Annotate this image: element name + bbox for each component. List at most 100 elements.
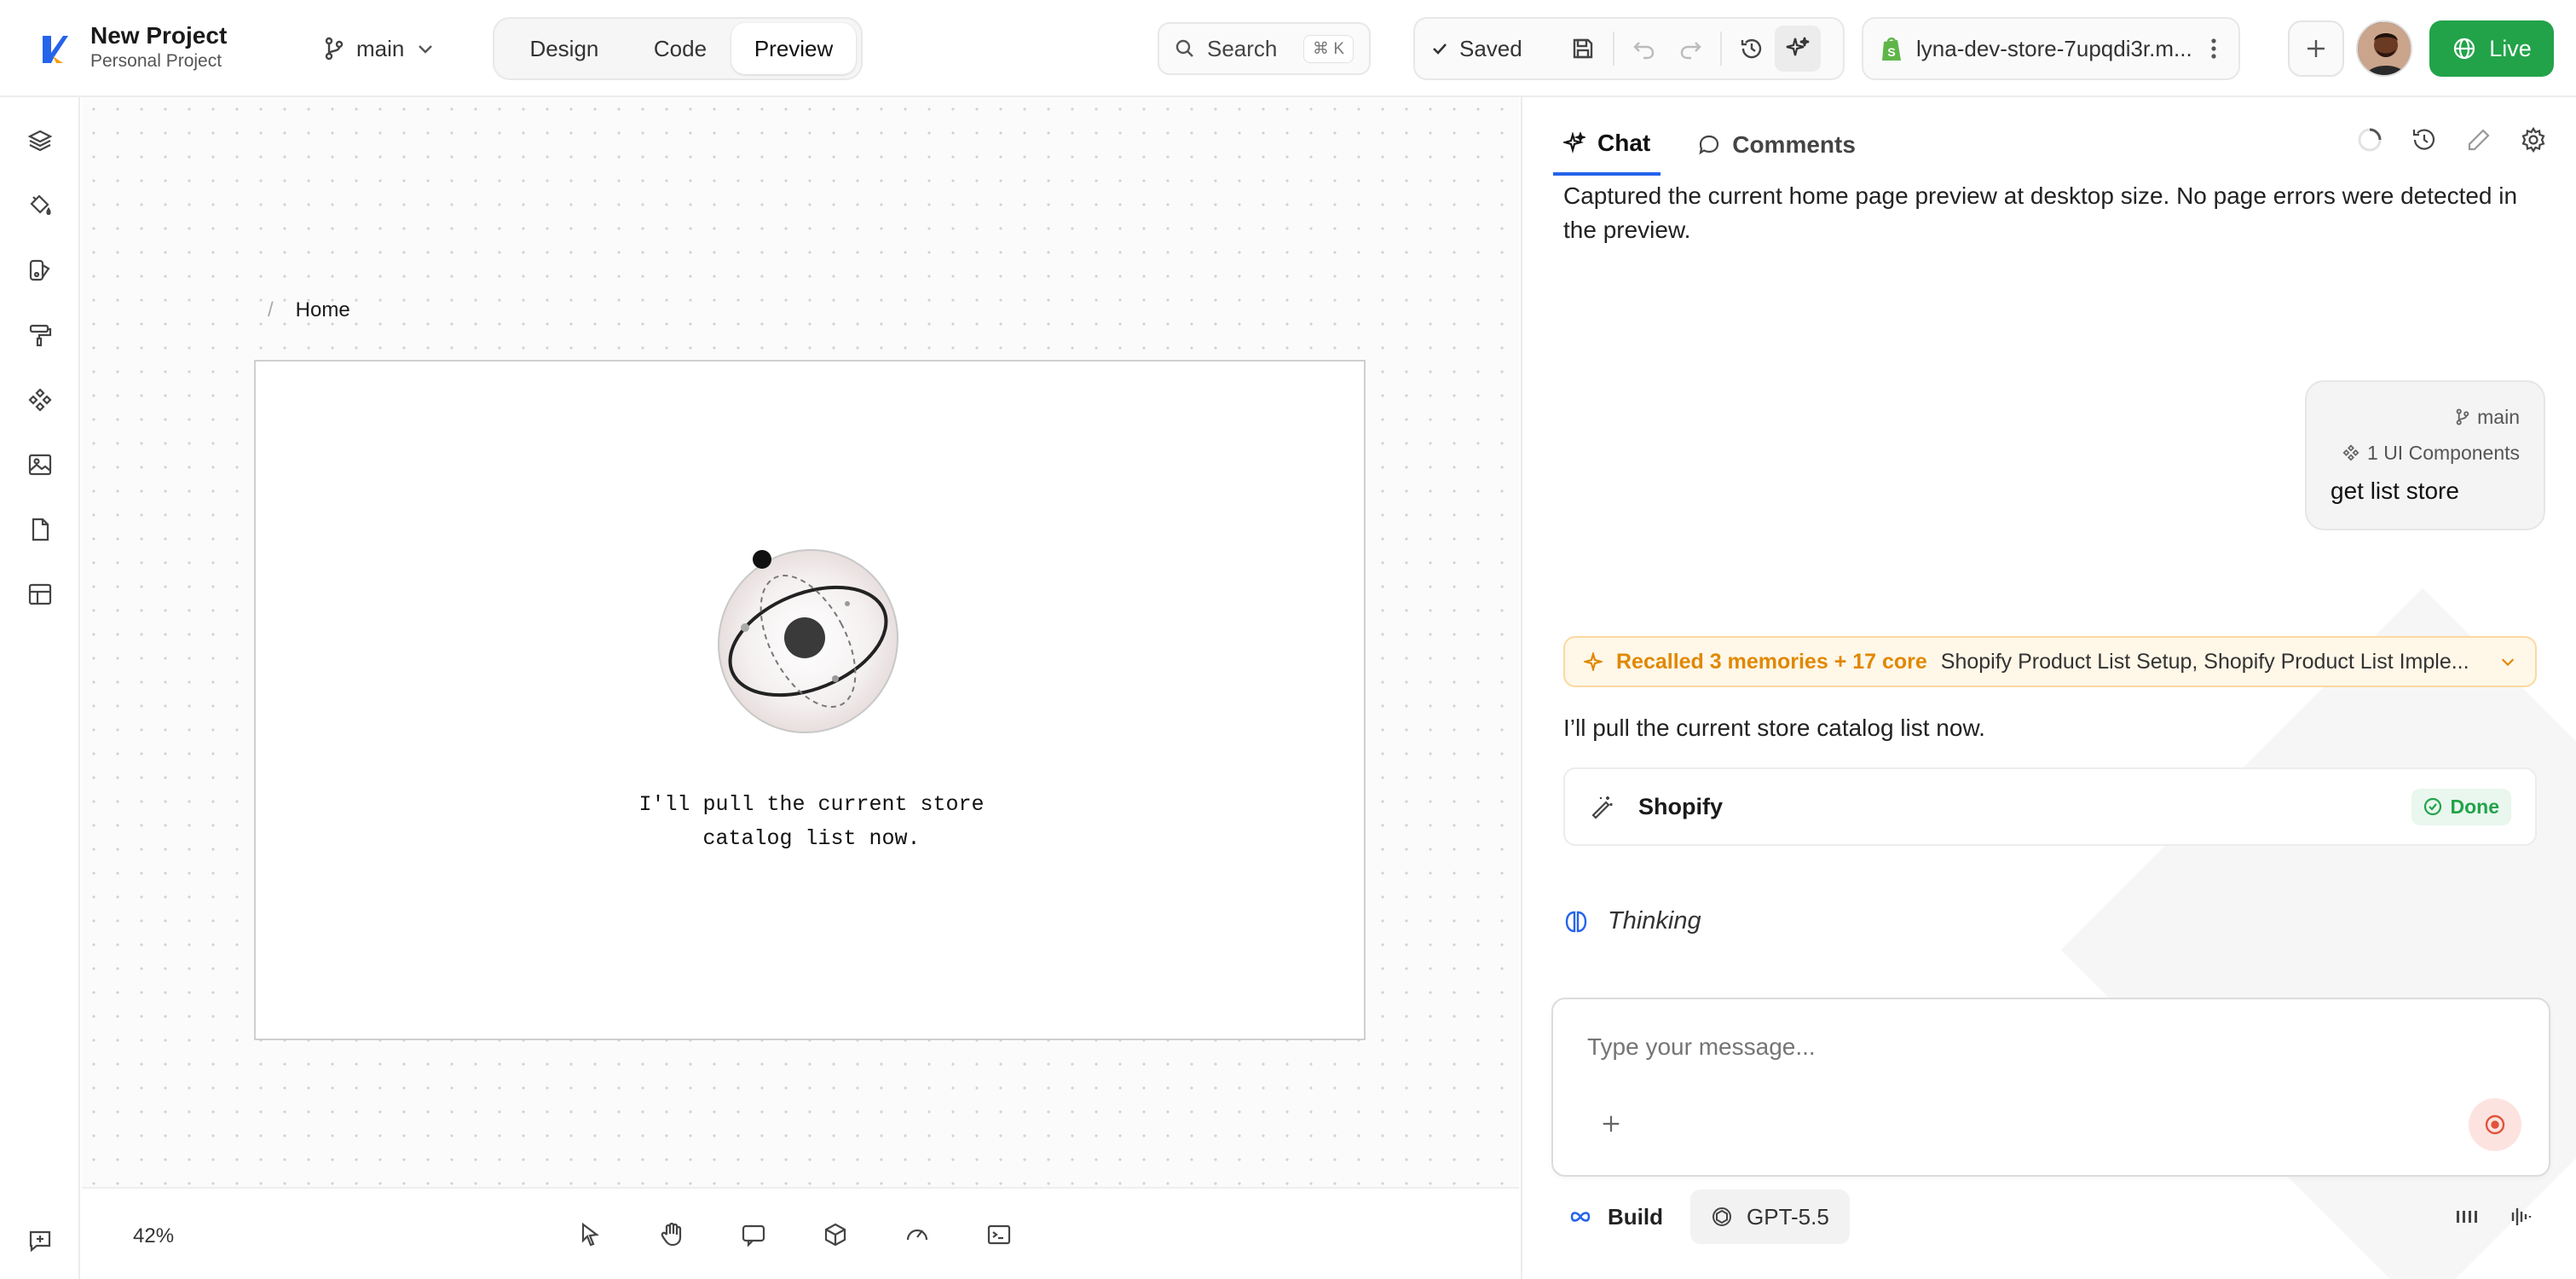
message-input[interactable]: [1587, 1033, 2440, 1061]
hand-icon[interactable]: [655, 1218, 689, 1252]
user-branch-label: main: [2477, 405, 2520, 428]
project-name[interactable]: New Project: [90, 22, 227, 49]
gear-icon[interactable]: [2516, 123, 2550, 157]
check-circle-icon: [2423, 797, 2441, 816]
chevron-down-icon: [419, 45, 433, 54]
thinking-label: Thinking: [1608, 907, 1701, 935]
live-button[interactable]: Live: [2429, 20, 2554, 77]
branch-name: main: [356, 35, 405, 61]
layers-icon[interactable]: [22, 123, 58, 159]
sparkle-icon: [1563, 132, 1585, 154]
gauge-icon[interactable]: [900, 1218, 934, 1252]
globe-icon: [2454, 38, 2475, 60]
add-button[interactable]: [2288, 20, 2344, 77]
user-message-components: 1 UI Components: [2331, 435, 2520, 471]
stop-icon: [2485, 1114, 2505, 1135]
undo-button[interactable]: [1621, 26, 1667, 72]
voice-waveform-icon[interactable]: [2506, 1206, 2533, 1228]
image-icon[interactable]: [22, 447, 58, 483]
save-toolbar: Saved: [1413, 17, 1845, 80]
brain-icon: [1565, 911, 1587, 932]
magic-wand-icon: [1591, 796, 1613, 819]
git-branch-icon: [2456, 408, 2469, 425]
zoom-level[interactable]: 42%: [133, 1224, 174, 1248]
sparkle-icon: [1584, 652, 1603, 671]
layout-icon[interactable]: [22, 576, 58, 612]
history-icon[interactable]: [2407, 123, 2441, 157]
ai-sparkle-button[interactable]: [1775, 26, 1821, 72]
tool-call-name: Shopify: [1638, 793, 1723, 819]
check-icon: [1433, 43, 1447, 55]
canvas-tools: [573, 1218, 1016, 1252]
branch-selector[interactable]: main: [324, 31, 435, 67]
waveform-bars-icon[interactable]: [2455, 1206, 2481, 1228]
build-label: Build: [1608, 1203, 1663, 1230]
left-rail: [0, 97, 80, 1279]
breadcrumb-page[interactable]: Home: [296, 298, 350, 322]
panel-tabs: Chat Comments: [1553, 114, 1866, 176]
memory-recall-bar[interactable]: Recalled 3 memories + 17 core Shopify Pr…: [1563, 636, 2537, 687]
infinity-icon: [1570, 1212, 1591, 1222]
assistant-message: Captured the current home page preview a…: [1563, 182, 2518, 243]
tool-call-card[interactable]: Shopify Done: [1563, 767, 2537, 846]
preview-frame[interactable]: I'll pull the current store catalog list…: [254, 360, 1366, 1040]
svg-text:S: S: [1887, 45, 1895, 59]
paint-bucket-icon[interactable]: [22, 188, 58, 223]
more-vertical-icon[interactable]: [2209, 37, 2218, 61]
composer-footer: Build GPT-5.5: [1551, 1189, 2550, 1245]
top-bar: New Project Personal Project main Design…: [0, 0, 2576, 97]
mode-tab-preview[interactable]: Preview: [731, 23, 857, 74]
comment-icon[interactable]: [736, 1218, 771, 1252]
chat-panel: Chat Comments Captured the current home …: [1521, 97, 2576, 1279]
feedback-icon[interactable]: [22, 1223, 58, 1259]
composer-tools: [2455, 1206, 2550, 1228]
mode-tab-design[interactable]: Design: [500, 23, 629, 74]
user-message-bubble: main 1 UI Components get list store: [2305, 380, 2545, 530]
redo-button[interactable]: [1667, 26, 1713, 72]
terminal-icon[interactable]: [982, 1218, 1016, 1252]
model-selector[interactable]: GPT-5.5: [1690, 1189, 1850, 1244]
tab-chat[interactable]: Chat: [1553, 114, 1661, 176]
pointer-icon[interactable]: [573, 1218, 607, 1252]
thinking-indicator: Thinking: [1563, 907, 1701, 935]
model-label: GPT-5.5: [1747, 1203, 1829, 1230]
panel-actions: [2353, 123, 2550, 157]
comment-bubble-icon: [1699, 135, 1719, 155]
loading-orb-icon: [708, 539, 909, 740]
preview-message: I'll pull the current store catalog list…: [256, 788, 1367, 856]
status-badge: Done: [2411, 788, 2511, 825]
save-button[interactable]: [1560, 26, 1606, 72]
file-icon[interactable]: [22, 512, 58, 547]
floppy-disk-icon: [1573, 38, 1593, 59]
cube-icon[interactable]: [818, 1218, 852, 1252]
build-mode-button[interactable]: Build: [1551, 1189, 1680, 1244]
toolbar-divider: [1720, 32, 1722, 66]
saved-label: Saved: [1459, 35, 1522, 61]
recall-items: Shopify Product List Setup, Shopify Prod…: [1940, 649, 2469, 674]
history-button[interactable]: [1729, 26, 1775, 72]
components-icon[interactable]: [22, 382, 58, 418]
canvas-toolbar: 42%: [82, 1187, 1519, 1279]
paint-roller-icon[interactable]: [22, 317, 58, 353]
recall-summary: Recalled 3 memories + 17 core: [1616, 649, 1927, 674]
toolbar-divider: [1613, 32, 1614, 66]
user-message-text: get list store: [2331, 477, 2459, 504]
search-icon: [1175, 39, 1193, 57]
mode-tab-code[interactable]: Code: [629, 23, 731, 74]
app-logo-icon[interactable]: [34, 31, 72, 68]
stop-button[interactable]: [2469, 1098, 2521, 1151]
search-shortcut: ⌘ K: [1303, 34, 1354, 63]
design-canvas[interactable]: / Home I'll pull the current store catal…: [82, 97, 1519, 1187]
undo-icon: [1633, 42, 1655, 60]
store-selector[interactable]: S lyna-dev-store-7upqdi3r.m...: [1862, 17, 2240, 80]
message-composer: [1551, 998, 2550, 1177]
attach-button[interactable]: [1594, 1107, 1628, 1141]
palette-icon[interactable]: [22, 252, 58, 288]
chevron-down-icon: [2501, 658, 2515, 667]
breadcrumb: / Home: [268, 298, 350, 322]
edit-icon[interactable]: [2462, 123, 2496, 157]
components-icon: [2342, 444, 2359, 461]
tab-comments[interactable]: Comments: [1688, 114, 1866, 176]
search-button[interactable]: Search ⌘ K: [1158, 22, 1371, 75]
user-avatar[interactable]: [2356, 20, 2412, 77]
